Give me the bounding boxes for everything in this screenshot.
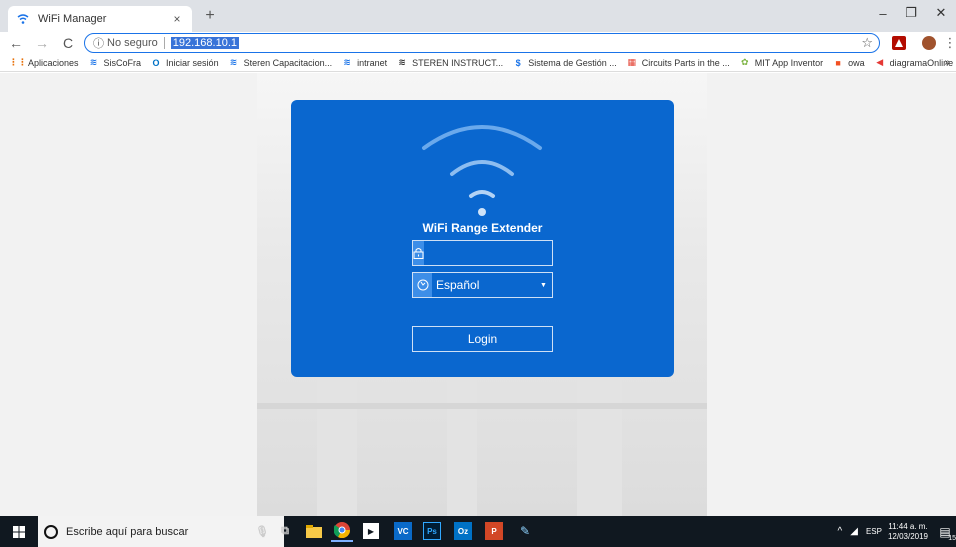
tab-close-icon[interactable]: × bbox=[170, 12, 184, 26]
back-button[interactable]: ← bbox=[6, 33, 26, 53]
system-tray: ^ ◢ ESP 11:44 a. m. 12/03/2019 ▤ 15 bbox=[838, 516, 956, 547]
reload-button[interactable]: C bbox=[58, 33, 78, 53]
outlook-icon[interactable]: Oz bbox=[454, 522, 472, 540]
clock-date: 12/03/2019 bbox=[887, 531, 928, 541]
password-field[interactable] bbox=[412, 240, 587, 266]
terminal-app-icon[interactable]: ▶ bbox=[363, 523, 379, 539]
steren-icon: ≋ bbox=[89, 57, 98, 67]
wifi-signal-icon bbox=[422, 125, 542, 216]
info-icon[interactable]: ⓘ bbox=[93, 35, 104, 51]
powerpoint-icon[interactable]: P bbox=[485, 522, 503, 540]
bookmark-item[interactable]: ■ owa bbox=[832, 57, 865, 69]
login-card: WiFi Range Extender Español ▼ Login bbox=[291, 100, 674, 377]
notification-center-icon[interactable]: ▤ 15 bbox=[934, 522, 956, 542]
grid-icon: ▦ bbox=[627, 57, 636, 67]
new-tab-button[interactable]: + bbox=[200, 6, 220, 26]
bookmark-star-icon[interactable]: ☆ bbox=[861, 35, 873, 51]
photoshop-icon[interactable]: Ps bbox=[423, 522, 441, 540]
mit-icon: ✿ bbox=[740, 57, 749, 67]
bookmark-item[interactable]: ≋ SisCoFra bbox=[88, 57, 142, 69]
bookmark-item[interactable]: ≋ STEREN INSTRUCT... bbox=[396, 57, 503, 69]
windows-taskbar: Escribe aquí para buscar 🎙 ⧉ ▶ VC Ps Oz … bbox=[0, 516, 956, 547]
notepad-icon[interactable]: ✎ bbox=[514, 520, 536, 542]
vc-app-icon[interactable]: VC bbox=[394, 522, 412, 540]
password-input[interactable] bbox=[424, 241, 587, 265]
chrome-icon[interactable] bbox=[331, 520, 353, 542]
tab-wifi-manager[interactable]: WiFi Manager × bbox=[8, 6, 192, 32]
steren-icon: ≋ bbox=[398, 57, 406, 67]
security-label: No seguro bbox=[107, 37, 158, 49]
microphone-icon[interactable]: 🎙 bbox=[251, 520, 273, 542]
bookmark-item[interactable]: ◀ diagramaOnline bbox=[874, 57, 953, 69]
clock-time: 11:44 a. m. bbox=[888, 521, 928, 531]
bookmark-label: SisCoFra bbox=[103, 57, 142, 68]
bookmark-item[interactable]: ≋ intranet bbox=[341, 57, 387, 69]
language-indicator[interactable]: ESP bbox=[866, 527, 882, 536]
page-content: WiFi Range Extender Español ▼ Login bbox=[0, 73, 956, 516]
tray-chevron-icon[interactable]: ^ bbox=[838, 526, 843, 537]
windows-start-icon[interactable] bbox=[0, 516, 38, 547]
diagrama-icon: ◀ bbox=[876, 57, 884, 67]
windows-icon: ■ bbox=[835, 57, 841, 68]
url-text[interactable]: 192.168.10.1 bbox=[170, 37, 239, 49]
minimize-button[interactable]: – bbox=[868, 0, 898, 26]
bookmark-label: Sistema de Gestión ... bbox=[528, 57, 617, 68]
bookmarks-more-button[interactable]: » bbox=[944, 57, 950, 68]
device-name: WiFi Range Extender bbox=[422, 221, 543, 235]
restore-button[interactable]: ❐ bbox=[896, 0, 926, 26]
lock-icon bbox=[413, 241, 424, 265]
clock[interactable]: 11:44 a. m. 12/03/2019 bbox=[888, 522, 928, 542]
profile-avatar-icon[interactable] bbox=[921, 35, 937, 51]
notification-count: 15 bbox=[948, 534, 956, 542]
language-globe-icon bbox=[413, 273, 432, 297]
tab-strip: WiFi Manager × + – ❐ ✕ bbox=[0, 0, 956, 32]
menu-dots-icon[interactable]: ⋮ bbox=[942, 35, 956, 51]
bookmark-label: Steren Capacitacion... bbox=[243, 57, 333, 68]
file-explorer-icon[interactable] bbox=[303, 520, 325, 542]
network-icon[interactable]: ◢ bbox=[850, 526, 858, 537]
tab-title: WiFi Manager bbox=[38, 13, 107, 25]
language-selected-value: Español bbox=[436, 278, 480, 292]
bookmark-item[interactable]: $ Sistema de Gestión ... bbox=[512, 57, 617, 69]
steren-icon: ≋ bbox=[229, 57, 238, 67]
bookmark-label: Circuits Parts in the ... bbox=[641, 57, 730, 68]
window-close-button[interactable]: ✕ bbox=[926, 0, 956, 26]
outlook-icon: O bbox=[152, 57, 160, 68]
browser-toolbar: ← → C ⓘ No seguro 192.168.10.1 ☆ bbox=[0, 32, 956, 54]
steren-icon: ≋ bbox=[343, 57, 351, 67]
language-select[interactable]: Español ▼ bbox=[412, 272, 553, 298]
wifi-favicon-icon bbox=[16, 12, 30, 26]
bookmark-label: Iniciar sesión bbox=[166, 57, 219, 68]
bookmark-label: Aplicaciones bbox=[28, 57, 79, 68]
task-view-icon[interactable]: ⧉ bbox=[274, 520, 296, 542]
bookmarks-bar: ⋮⋮ Aplicaciones ≋ SisCoFra O Iniciar sesión ≋ S… bbox=[0, 54, 956, 72]
address-bar[interactable]: ⓘ No seguro 192.168.10.1 ☆ bbox=[84, 33, 880, 53]
bookmark-label: MIT App Inventor bbox=[754, 57, 824, 68]
bookmark-label: STEREN INSTRUCT... bbox=[412, 57, 504, 68]
bookmark-item[interactable]: ≋ Steren Capacitacion... bbox=[228, 57, 333, 69]
cortana-icon bbox=[44, 524, 58, 539]
bookmark-item[interactable]: ✿ MIT App Inventor bbox=[739, 57, 823, 69]
omnibox-separator bbox=[163, 37, 165, 49]
login-button[interactable]: Login bbox=[412, 326, 553, 352]
sg-icon: $ bbox=[515, 57, 521, 68]
taskbar-search-box[interactable]: Escribe aquí para buscar bbox=[38, 516, 284, 547]
forward-button[interactable]: → bbox=[32, 33, 52, 53]
apps-icon: ⋮⋮ bbox=[9, 57, 27, 67]
bookmark-item[interactable]: O Iniciar sesión bbox=[150, 57, 219, 69]
bookmark-item[interactable]: ⋮⋮ Aplicaciones bbox=[9, 57, 79, 69]
chevron-down-icon: ▼ bbox=[540, 281, 547, 289]
bookmark-item[interactable]: ▦ Circuits Parts in the ... bbox=[626, 57, 730, 69]
pdf-extension-icon[interactable] bbox=[891, 35, 907, 51]
bookmark-label: owa bbox=[848, 57, 865, 68]
bookmark-label: intranet bbox=[357, 57, 388, 68]
